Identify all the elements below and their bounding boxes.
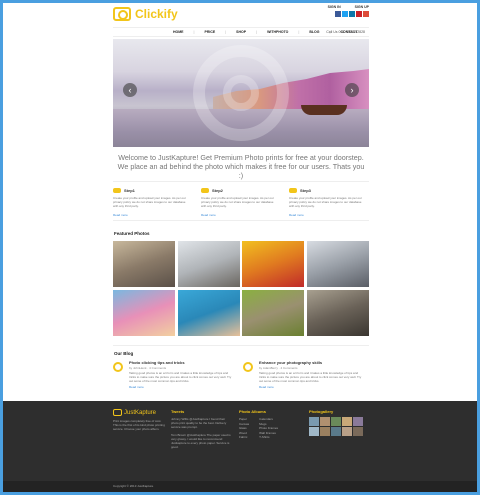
gallery-thumb[interactable]: [353, 427, 363, 436]
nav-item-home[interactable]: HOME: [173, 30, 184, 34]
call-us: Call Us 091-7409162828: [326, 30, 365, 34]
footer-about: JustKapture Print images completely free…: [113, 409, 165, 431]
sign-in-link[interactable]: SIGN IN: [328, 5, 341, 9]
auth-links: SIGN IN SIGN UP: [328, 5, 369, 9]
footer-logo-text: JustKapture: [124, 409, 157, 416]
gallery-title: Photogallery: [309, 409, 334, 414]
main-nav: HOME | PRICE | SHOP | WITHPHOTO | BLOG | CONTACT C…: [113, 27, 369, 37]
social-links: [335, 11, 369, 17]
nav-item-blog[interactable]: BLOG: [309, 30, 319, 34]
albums-list: Calendars Mugs Photo Frames Wall Frames T-Sh…: [259, 417, 278, 440]
post-text: Taking good photos is an art form and it…: [129, 371, 232, 383]
featured-photo-bridge[interactable]: [306, 241, 369, 287]
twitter-icon[interactable]: [342, 11, 348, 17]
read-more-link[interactable]: Read more: [113, 213, 128, 217]
gallery-thumb[interactable]: [331, 417, 341, 426]
gallery-thumb[interactable]: [309, 427, 319, 436]
album-link[interactable]: Fabric: [239, 435, 249, 440]
slider-next-button[interactable]: ›: [345, 83, 359, 97]
step-title: Step1: [124, 188, 135, 193]
nav-item-shop[interactable]: SHOP: [236, 30, 246, 34]
gallery-thumb[interactable]: [320, 427, 330, 436]
gallery-thumb[interactable]: [342, 417, 352, 426]
gallery-grid: [309, 417, 369, 436]
featured-photo-elephants[interactable]: [242, 290, 304, 336]
folder-icon: [113, 188, 121, 193]
post-text: Taking good photos is an art form and it…: [259, 371, 362, 383]
footer-about-text: Print images completely free of cost. Th…: [113, 419, 165, 431]
gallery-thumb[interactable]: [320, 417, 330, 426]
album-link[interactable]: T-Shirts: [259, 435, 278, 440]
avatar: [113, 362, 123, 372]
step-title: Step2: [212, 188, 223, 193]
tweets-title: Tweets: [171, 409, 185, 414]
tweet: Tom Brown @JustKapture The paper used is…: [171, 433, 231, 449]
gallery-thumb[interactable]: [309, 417, 319, 426]
footer-tweets: Tweets Johnny Willis @JustKapture I foun…: [171, 409, 231, 449]
hero-slider: ‹ ›: [113, 39, 369, 147]
post-title[interactable]: Photo clicking tips and tricks: [129, 360, 185, 365]
featured-photo-beach-tree[interactable]: [177, 241, 240, 287]
footer-bottom: Copyright © 2013 JustKapture: [3, 481, 477, 492]
welcome-text: Welcome to JustKapture! Get Premium Phot…: [117, 153, 365, 180]
slider-prev-button[interactable]: ‹: [123, 83, 137, 97]
page-frame: Clickify SIGN IN SIGN UP HOME | PRICE | SHOP…: [3, 3, 477, 492]
hero-watermark-inner: [223, 75, 259, 111]
album-link[interactable]: Photo Frames: [259, 426, 278, 431]
copyright: Copyright © 2013 JustKapture: [113, 484, 154, 488]
nav-separator: |: [256, 30, 258, 34]
step-title: Step3: [300, 188, 311, 193]
featured-photo-colored-powder[interactable]: [242, 241, 304, 287]
read-more-link[interactable]: Read more: [259, 385, 274, 389]
featured-photo-rocky-landscape[interactable]: [113, 241, 175, 287]
sign-up-link[interactable]: SIGN UP: [355, 5, 369, 9]
post-meta: by JohnHenk · 4 Comments: [129, 366, 167, 370]
post-title[interactable]: Enhance your photography skills: [259, 360, 322, 365]
camera-icon: [113, 409, 122, 416]
featured-photo-man-pigeons[interactable]: [306, 290, 369, 336]
nav-separator: |: [193, 30, 195, 34]
featured-photo-kids-pool[interactable]: [177, 290, 240, 336]
read-more-link[interactable]: Read more: [201, 213, 216, 217]
footer-logo[interactable]: JustKapture: [113, 409, 165, 416]
step-text: Create your profile and upload your imag…: [289, 196, 362, 208]
featured-title: Featured Photos: [114, 231, 150, 236]
facebook-icon[interactable]: [335, 11, 341, 17]
steps-section: Step1 Create your profile and upload your…: [113, 181, 369, 221]
footer-gallery: Photogallery: [309, 409, 369, 436]
logo-text: Clickify: [135, 7, 178, 21]
hero-boat: [301, 105, 347, 115]
nav-item-withphoto[interactable]: WITHPHOTO: [267, 30, 288, 34]
logo[interactable]: Clickify: [113, 7, 178, 21]
gallery-thumb[interactable]: [342, 427, 352, 436]
footer: JustKapture Print images completely free…: [3, 401, 477, 481]
albums-list: Paper Canvas Glass Wood Fabric: [239, 417, 249, 440]
avatar: [243, 362, 253, 372]
linkedin-icon[interactable]: [349, 11, 355, 17]
pinterest-icon[interactable]: [356, 11, 362, 17]
blog-title: Our Blog: [114, 351, 134, 356]
featured-photo-child-bubbles[interactable]: [113, 290, 175, 336]
footer-albums: Photo Albums Paper Canvas Glass Wood Fabric …: [239, 409, 309, 440]
google-plus-icon[interactable]: [363, 11, 369, 17]
read-more-link[interactable]: Read more: [129, 385, 144, 389]
nav-separator: |: [225, 30, 227, 34]
camera-icon: [113, 7, 131, 21]
albums-title: Photo Albums: [239, 409, 266, 414]
tweet: Johnny Willis @JustKapture I found their…: [171, 417, 227, 429]
nav-item-price[interactable]: PRICE: [204, 30, 215, 34]
folder-icon: [289, 188, 297, 193]
nav-separator: |: [298, 30, 300, 34]
step-text: Create your profile and upload your imag…: [201, 196, 274, 208]
gallery-thumb[interactable]: [353, 417, 363, 426]
read-more-link[interactable]: Read more: [289, 213, 304, 217]
step-text: Create your profile and upload your imag…: [113, 196, 186, 208]
blog-divider: [113, 345, 369, 346]
gallery-thumb[interactable]: [331, 427, 341, 436]
post-meta: by AdamBerry · 4 Comments: [259, 366, 298, 370]
folder-icon: [201, 188, 209, 193]
